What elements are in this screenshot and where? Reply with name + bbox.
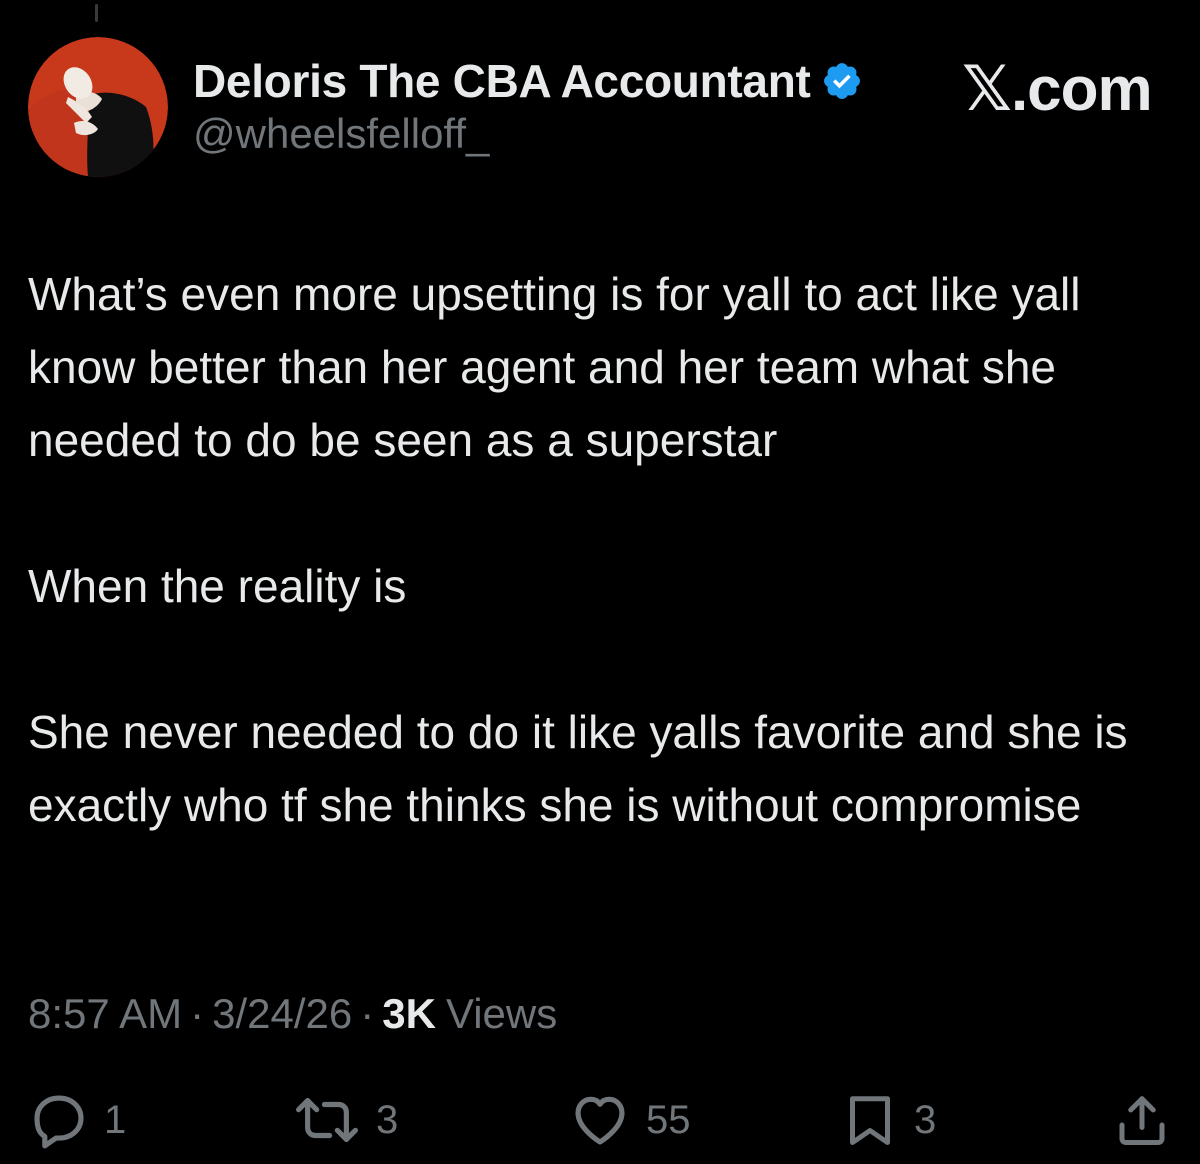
- repost-icon: [296, 1098, 358, 1142]
- x-com-watermark: 𝕏.com: [962, 55, 1153, 124]
- scroll-indicator: [95, 4, 98, 22]
- tweet-date[interactable]: 3/24/26: [212, 990, 352, 1038]
- avatar[interactable]: [28, 37, 168, 177]
- author-name[interactable]: Deloris The CBA Accountant: [193, 54, 811, 108]
- heart-icon: [575, 1096, 625, 1145]
- action-bar: 1 3 55 3: [0, 1085, 1200, 1155]
- share-icon: [1119, 1096, 1165, 1145]
- tweet-paragraph: What’s even more upsetting is for yall t…: [28, 268, 1094, 466]
- tweet-meta: 8:57 AM · 3/24/26 · 3K Views: [28, 990, 557, 1038]
- meta-separator: ·: [190, 990, 205, 1037]
- bookmark-icon: [850, 1096, 890, 1145]
- avatar-image: [28, 37, 168, 177]
- tweet-paragraph: She never needed to do it like yalls fav…: [28, 706, 1141, 831]
- repost-count: 3: [376, 1097, 399, 1142]
- author-name-row[interactable]: Deloris The CBA Accountant: [193, 54, 863, 108]
- repost-button[interactable]: 3: [292, 1085, 398, 1155]
- tweet-paragraph: When the reality is: [28, 560, 407, 612]
- tweet-screenshot: Deloris The CBA Accountant @wheelsfellof…: [0, 0, 1200, 1164]
- reply-count: 1: [104, 1097, 127, 1142]
- reply-icon: [34, 1095, 84, 1149]
- like-button[interactable]: 55: [568, 1085, 691, 1155]
- tweet-text: What’s even more upsetting is for yall t…: [28, 258, 1188, 842]
- bookmark-count: 3: [914, 1097, 937, 1142]
- author-handle[interactable]: @wheelsfelloff_: [193, 110, 489, 158]
- share-button[interactable]: [1112, 1085, 1172, 1155]
- reply-button[interactable]: 1: [28, 1085, 126, 1155]
- like-count: 55: [646, 1097, 691, 1142]
- bookmark-button[interactable]: 3: [840, 1085, 936, 1155]
- meta-separator: ·: [360, 990, 375, 1037]
- views-count[interactable]: 3K: [382, 990, 436, 1038]
- tweet-time[interactable]: 8:57 AM: [28, 990, 182, 1038]
- views-label[interactable]: Views: [446, 990, 557, 1038]
- verified-badge-icon: [823, 63, 860, 99]
